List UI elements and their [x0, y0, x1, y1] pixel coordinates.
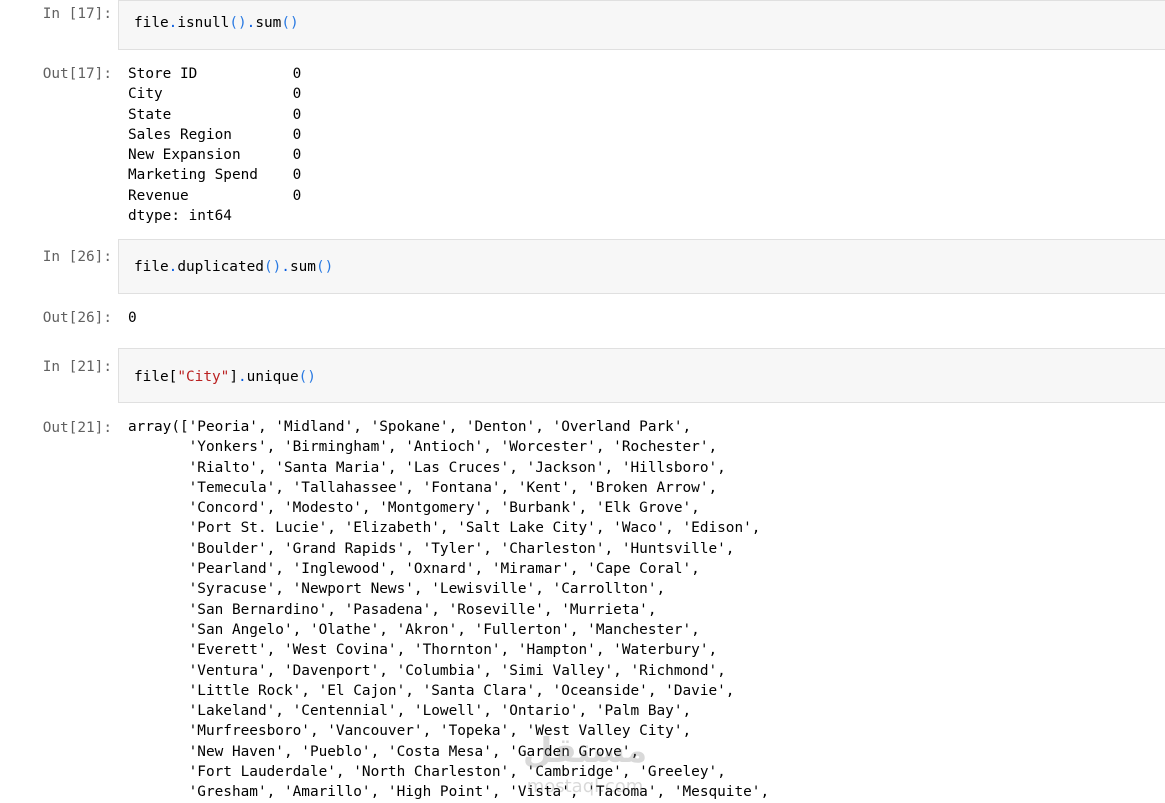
output-prompt: Out[26]: [42, 310, 112, 326]
code-input-area[interactable]: file.duplicated().sum() [118, 239, 1165, 294]
code-input-area[interactable]: file.isnull().sum() [118, 0, 1165, 50]
code-input-area[interactable]: file["City"].unique() [118, 348, 1165, 403]
output-text: array(['Peoria', 'Midland', 'Spokane', '… [128, 419, 770, 801]
code-line: file.duplicated().sum() [134, 259, 334, 275]
input-prompt: In [26]: [42, 249, 112, 265]
output-text: Store ID 0 City 0 State 0 Sales Region 0… [128, 66, 302, 225]
input-prompt: In [21]: [42, 359, 112, 375]
output-prompt: Out[21]: [42, 420, 112, 436]
output-text: 0 [128, 310, 137, 326]
output-prompt: Out[17]: [42, 66, 112, 82]
code-line: file["City"].unique() [134, 369, 316, 385]
input-prompt: In [17]: [42, 6, 112, 22]
code-line: file.isnull().sum() [134, 15, 299, 31]
